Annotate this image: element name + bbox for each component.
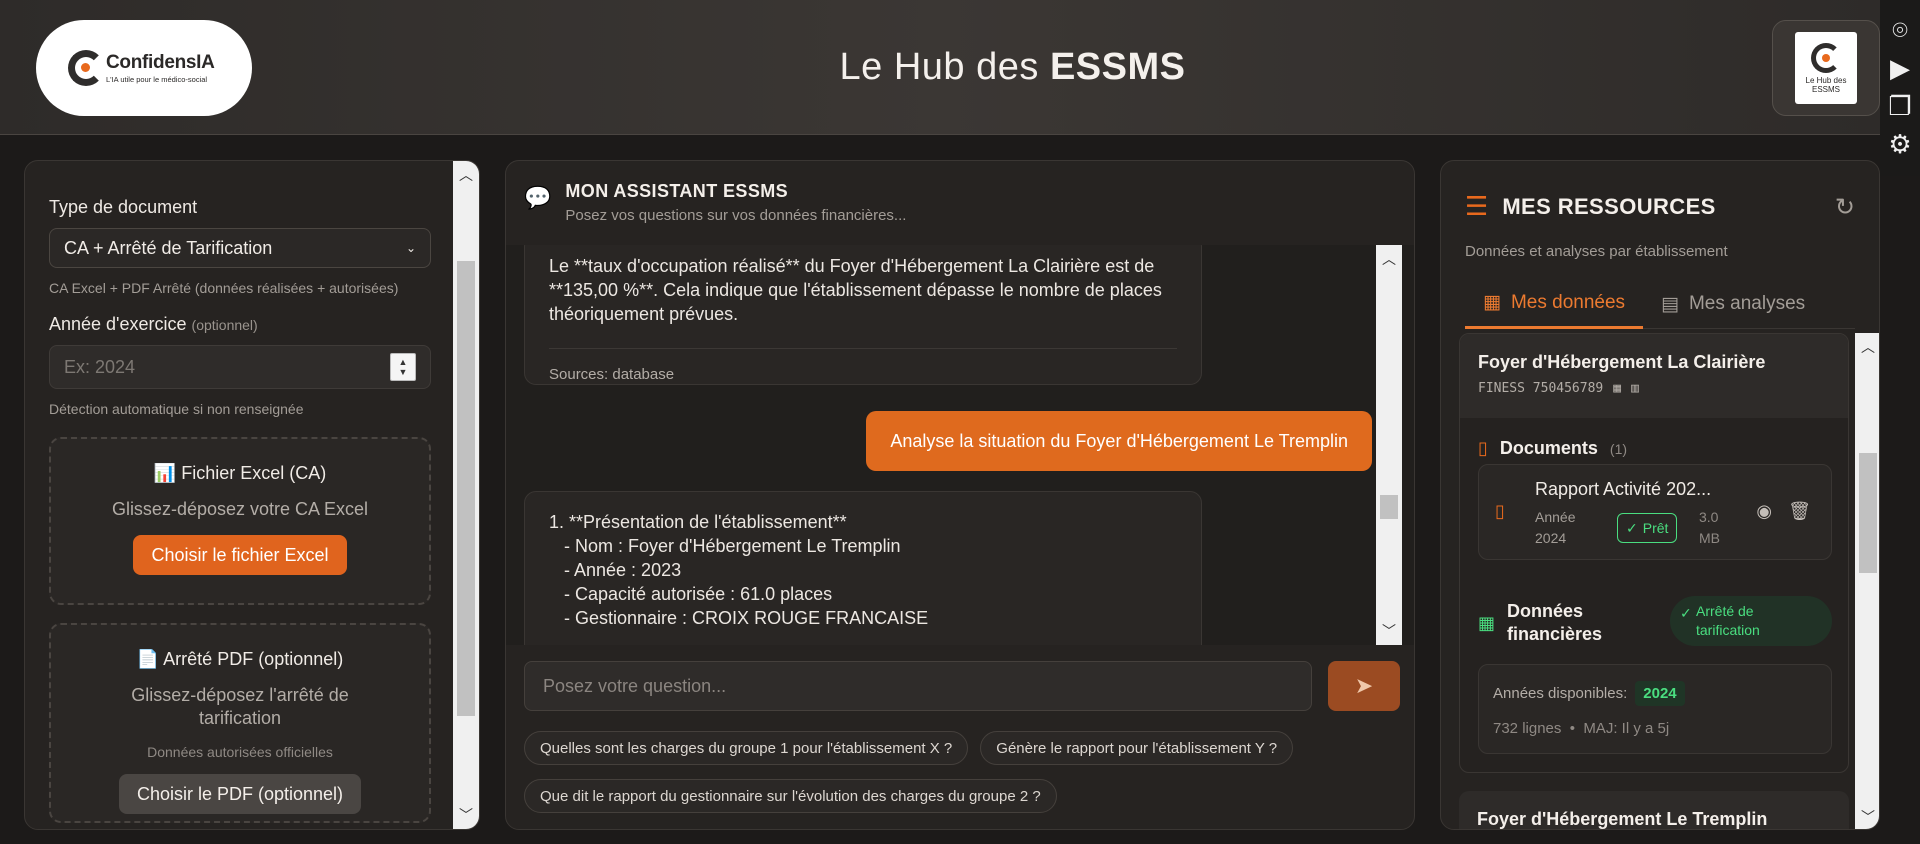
finess-number: FINESS 750456789 ▦ ▥ [1478, 381, 1639, 396]
table-icon[interactable]: ▦ [1613, 381, 1621, 396]
assistant-line: - Année : 2023 [549, 560, 682, 580]
page-title: Le Hub des ESSMS [839, 46, 1186, 88]
excel-dropzone[interactable]: 📊 Fichier Excel (CA) Glissez-déposez vot… [49, 437, 431, 605]
tab-mes-donnees[interactable]: ▦ Mes données [1465, 279, 1644, 329]
message-list: Le **taux d'occupation réalisé** du Foye… [506, 245, 1414, 645]
year-hint: Détection automatique si non renseignée [49, 401, 304, 417]
resources-panel: ☰ MES RESSOURCES ↻ Données et analyses p… [1440, 160, 1880, 830]
scrollbar-thumb[interactable] [457, 261, 475, 716]
chat-panel: 💬 MON ASSISTANT ESSMS Posez vos question… [505, 160, 1415, 830]
upload-panel: Type de document CA + Arrêté de Tarifica… [24, 160, 480, 830]
database-icon: ☰ [1465, 191, 1489, 221]
document-icon: ▯ [1478, 438, 1488, 458]
suggestion-list: Quelles sont les charges du groupe 1 pou… [524, 731, 1404, 813]
bar-chart-icon[interactable]: ▥ [1631, 381, 1639, 396]
suggestion-chip[interactable]: Quelles sont les charges du groupe 1 pou… [524, 731, 969, 765]
trash-icon[interactable]: 🗑 [1788, 501, 1811, 522]
scroll-up-icon[interactable]: ︿ [1855, 337, 1879, 357]
financial-data-card: Années disponibles: 2024 732 lignes • MAJ… [1478, 664, 1832, 754]
refresh-icon[interactable]: ↻ [1835, 193, 1855, 222]
chat-title: MON ASSISTANT ESSMS [565, 181, 789, 201]
year-input[interactable]: Ex: 2024 ▲ ▼ [49, 345, 431, 389]
pdf-dropzone-title: 📄 Arrêté PDF (optionnel) [136, 649, 344, 669]
app-header: ConfidensIA L'IA utile pour le médico-so… [0, 0, 1880, 135]
assistant-message: Le **taux d'occupation réalisé** du Foye… [524, 245, 1202, 385]
pdf-dropzone[interactable]: 📄 Arrêté PDF (optionnel) Glissez-déposez… [49, 623, 431, 823]
assistant-line: - Capacité autorisée : 61.0 places [549, 584, 833, 604]
last-updated: MAJ: Il y a 5j [1583, 720, 1670, 737]
document-card[interactable]: ▯ Rapport Activité 202... Année 2024 ✓ Prê… [1478, 464, 1832, 560]
chat-header: 💬 MON ASSISTANT ESSMS Posez vos question… [506, 161, 1414, 245]
scroll-down-icon[interactable]: ﹀ [1855, 807, 1879, 827]
excel-dropzone-title: 📊 Fichier Excel (CA) [153, 463, 327, 483]
year-stepper[interactable]: ▲ ▼ [390, 353, 416, 381]
documents-section: ▯ Documents (1) [1478, 438, 1628, 458]
pdf-dropzone-hint: Données autorisées officielles [147, 744, 333, 760]
establishment-name: Foyer d'Hébergement La Clairière [1478, 352, 1766, 372]
establishment-card: Foyer d'Hébergement La Clairière FINESS … [1459, 333, 1849, 773]
assistant-message-text: Le **taux d'occupation réalisé** du Foye… [549, 256, 1162, 324]
window-icon[interactable]: ❐ [1888, 90, 1911, 122]
scrollbar-thumb[interactable] [1859, 453, 1877, 573]
video-icon[interactable]: ▶ [1890, 52, 1910, 84]
chat-subtitle: Posez vos questions sur vos données fina… [565, 207, 907, 224]
messages-scrollbar[interactable]: ︿ ﹀ [1376, 245, 1402, 645]
document-size: 3.0 MB [1699, 509, 1720, 546]
side-toolbar: ⌾ ▶ ❐ ⚙ [1880, 0, 1920, 176]
chevron-down-icon: ⌄ [405, 241, 416, 255]
assistant-message: 1. **Présentation de l'établissement** -… [524, 491, 1202, 645]
table-icon: ▦ [1478, 612, 1496, 633]
tab-mes-analyses[interactable]: ▤ Mes analyses [1643, 279, 1823, 329]
chart-file-icon: ▤ [1661, 293, 1679, 315]
camera-icon[interactable]: ⌾ [1892, 14, 1908, 46]
file-icon: ▯ [1495, 501, 1505, 521]
check-circle-icon: ✓ [1680, 605, 1692, 621]
resources-subtitle: Données et analyses par établissement [1465, 243, 1728, 260]
send-icon: ➤ [1354, 673, 1374, 698]
excel-dropzone-subtitle: Glissez-déposez votre CA Excel [111, 499, 369, 519]
hub-logo-icon [1811, 42, 1841, 73]
assistant-line: 1. **Présentation de l'établissement** [549, 512, 847, 532]
gear-icon[interactable]: ⚙ [1888, 128, 1911, 160]
financial-section: ▦ Données financières [1478, 601, 1603, 644]
tarification-badge: ✓ Arrêté de tarification [1670, 596, 1832, 646]
year-label: Année d'exercice (optionnel) [49, 314, 258, 334]
resources-title: MES RESSOURCES [1502, 193, 1716, 219]
user-message: Analyse la situation du Foyer d'Hébergem… [866, 411, 1372, 471]
status-badge: ✓ Prêt [1617, 513, 1678, 543]
suggestion-chip[interactable]: Génère le rapport pour l'établissement Y… [980, 731, 1294, 765]
scroll-down-icon[interactable]: ﹀ [1376, 621, 1402, 641]
check-circle-icon: ✓ [1626, 519, 1638, 536]
upload-panel-scrollbar[interactable]: ︿ ﹀ [453, 161, 479, 829]
question-input[interactable]: Posez votre question... [524, 661, 1312, 711]
hub-badge[interactable]: Le Hub des ESSMS [1772, 20, 1880, 116]
pdf-dropzone-subtitle: Glissez-déposez l'arrêté de tarification [131, 685, 349, 728]
assistant-line: - Gestionnaire : CROIX ROUGE FRANCAISE [549, 608, 929, 628]
hub-badge-text: Le Hub des ESSMS [1805, 75, 1847, 94]
scrollbar-thumb[interactable] [1380, 495, 1398, 519]
row-count: 732 lignes [1493, 720, 1562, 737]
chat-bubble-icon: 💬 [524, 185, 552, 210]
assistant-line: - Nom : Foyer d'Hébergement Le Tremplin [549, 536, 901, 556]
doc-type-label: Type de document [49, 197, 198, 217]
doc-type-hint: CA Excel + PDF Arrêté (données réalisées… [49, 280, 399, 296]
doc-type-select[interactable]: CA + Arrêté de Tarification ⌄ [49, 228, 431, 268]
message-sources: Sources: database [549, 348, 1177, 387]
scroll-down-icon[interactable]: ﹀ [453, 805, 479, 825]
scroll-up-icon[interactable]: ︿ [453, 165, 479, 185]
choose-pdf-button[interactable]: Choisir le PDF (optionnel) [118, 774, 362, 814]
table-icon: ▦ [1483, 292, 1501, 313]
year-chip[interactable]: 2024 [1635, 681, 1685, 706]
establishment-card[interactable]: Foyer d'Hébergement Le Tremplin [1459, 791, 1849, 829]
scroll-up-icon[interactable]: ︿ [1376, 249, 1402, 269]
suggestion-chip[interactable]: Que dit le rapport du gestionnaire sur l… [524, 779, 1057, 813]
resources-tabs: ▦ Mes données ▤ Mes analyses [1465, 279, 1855, 329]
eye-icon[interactable]: ◉ [1756, 501, 1772, 522]
choose-excel-button[interactable]: Choisir le fichier Excel [133, 535, 347, 575]
document-name: Rapport Activité 202... [1535, 479, 1712, 499]
resources-scrollbar[interactable]: ︿ ﹀ [1855, 333, 1879, 829]
send-button[interactable]: ➤ [1328, 661, 1400, 711]
document-year: Année 2024 [1535, 509, 1576, 546]
